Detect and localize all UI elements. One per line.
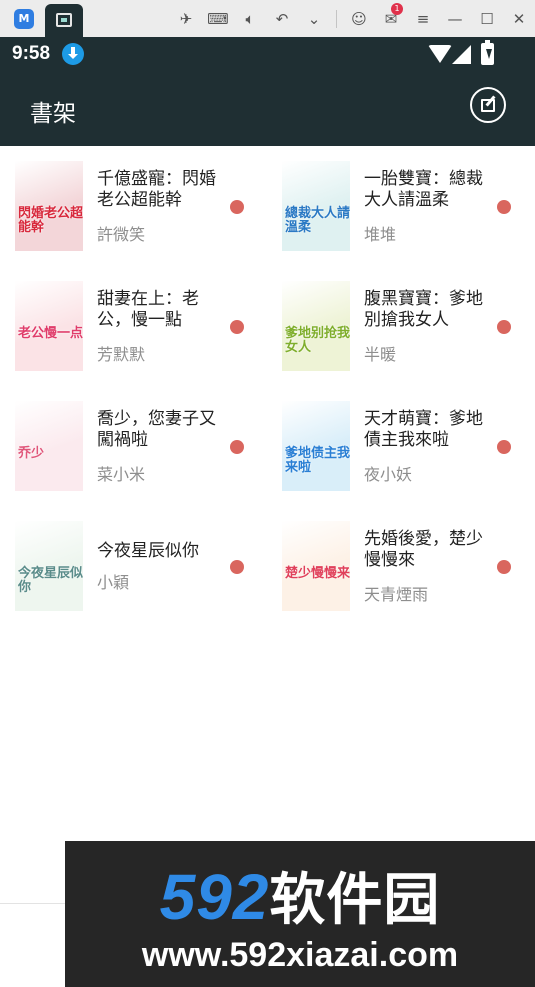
tv-icon xyxy=(56,13,72,27)
book-title: 一胎雙寶：總裁大人請溫柔 xyxy=(364,169,483,210)
book-item[interactable]: 楚少慢慢来 先婚後愛，楚少慢慢來 天青煙雨 xyxy=(282,521,535,613)
unread-dot xyxy=(497,560,511,574)
book-author: 天青煙雨 xyxy=(364,585,429,604)
cover-title: 爹地债主我来啦 xyxy=(285,446,350,475)
signal-icon xyxy=(452,45,471,64)
book-author: 芳默默 xyxy=(97,345,146,364)
book-author: 許微笑 xyxy=(97,225,146,244)
book-author: 菜小米 xyxy=(97,465,146,484)
emulator-toolbar: ✈ ⌨ 🔈︎ ↶ ⌄ ☺ ✉ 1 ≡ — ☐ ✕ xyxy=(170,0,535,37)
menu-icon[interactable]: ≡ xyxy=(407,0,439,37)
watermark-url: www.592xiazai.com xyxy=(141,936,459,974)
book-item[interactable]: 爹地别抢我女人 腹黑寶寶：爹地別搶我女人 半暖 xyxy=(282,281,535,373)
book-item[interactable]: 閃婚老公超能幹 千億盛寵：閃婚老公超能幹 許微笑 xyxy=(15,161,275,253)
watermark-number: 592 xyxy=(159,861,270,933)
notes-button[interactable] xyxy=(470,87,506,123)
battery-icon xyxy=(481,40,494,65)
undo-icon[interactable]: ↶ xyxy=(266,0,298,37)
emulator-tab[interactable] xyxy=(45,4,83,37)
cover-title: 老公慢一点 xyxy=(18,326,83,341)
book-cover[interactable]: 閃婚老公超能幹 xyxy=(15,161,83,251)
unread-dot xyxy=(230,560,244,574)
app-toolbar: 書架 xyxy=(0,72,535,146)
close-icon[interactable]: ✕ xyxy=(503,0,535,37)
cover-title: 楚少慢慢来 xyxy=(285,566,350,581)
download-icon xyxy=(62,43,84,65)
book-cover[interactable]: 楚少慢慢来 xyxy=(282,521,350,611)
status-clock: 9:58 xyxy=(12,43,51,64)
mail-icon[interactable]: ✉ 1 xyxy=(375,0,407,37)
book-title: 今夜星辰似你 xyxy=(97,541,199,561)
unread-dot xyxy=(497,440,511,454)
chevron-down-icon[interactable]: ⌄ xyxy=(298,0,330,37)
book-title: 甜妻在上：老公，慢一點 xyxy=(97,289,199,330)
cover-title: 今夜星辰似你 xyxy=(18,566,83,595)
book-item[interactable]: 爹地债主我来啦 天才萌寶：爹地債主我來啦 夜小妖 xyxy=(282,401,535,493)
volume-icon[interactable]: 🔈︎ xyxy=(234,0,266,37)
wifi-icon xyxy=(428,45,452,63)
book-cover[interactable]: 今夜星辰似你 xyxy=(15,521,83,611)
user-icon[interactable]: ☺ xyxy=(343,0,375,37)
unread-dot xyxy=(230,320,244,334)
cover-title: 閃婚老公超能幹 xyxy=(18,206,83,235)
cover-title: 乔少 xyxy=(18,446,45,461)
book-cover[interactable]: 老公慢一点 xyxy=(15,281,83,371)
watermark-name: 软件园 xyxy=(269,868,441,933)
keyboard-icon[interactable]: ⌨ xyxy=(202,0,234,37)
book-item[interactable]: 總裁大人請溫柔 一胎雙寶：總裁大人請溫柔 堆堆 xyxy=(282,161,535,253)
status-bar: 9:58 xyxy=(0,37,535,72)
emulator-title-bar: M ✈ ⌨ 🔈︎ ↶ ⌄ ☺ ✉ 1 ≡ — ☐ ✕ xyxy=(0,0,535,37)
book-item[interactable]: 今夜星辰似你 今夜星辰似你 小穎 xyxy=(15,521,275,613)
unread-dot xyxy=(230,200,244,214)
watermark-brand: 592软件园 xyxy=(65,855,535,936)
emulator-logo[interactable]: M xyxy=(14,9,34,29)
pin-icon[interactable]: ✈ xyxy=(170,0,202,37)
book-cover[interactable]: 爹地别抢我女人 xyxy=(282,281,350,371)
book-title: 先婚後愛，楚少慢慢來 xyxy=(364,529,483,570)
unread-dot xyxy=(497,200,511,214)
book-cover[interactable]: 爹地债主我来啦 xyxy=(282,401,350,491)
divider xyxy=(0,903,70,904)
book-item[interactable]: 老公慢一点 甜妻在上：老公，慢一點 芳默默 xyxy=(15,281,275,373)
toolbar-divider xyxy=(336,9,337,28)
book-title: 喬少，您妻子又闖禍啦 xyxy=(97,409,216,450)
page-title: 書架 xyxy=(30,101,76,127)
maximize-icon[interactable]: ☐ xyxy=(471,0,503,37)
cover-title: 爹地别抢我女人 xyxy=(285,326,350,355)
book-author: 半暖 xyxy=(364,345,397,364)
book-title: 天才萌寶：爹地債主我來啦 xyxy=(364,409,483,450)
book-cover[interactable]: 乔少 xyxy=(15,401,83,491)
minimize-icon[interactable]: — xyxy=(439,0,471,37)
book-cover[interactable]: 總裁大人請溫柔 xyxy=(282,161,350,251)
app-window: M ✈ ⌨ 🔈︎ ↶ ⌄ ☺ ✉ 1 ≡ — ☐ ✕ 9:58 書架 閃婚老公超… xyxy=(0,0,535,987)
book-author: 小穎 xyxy=(97,573,130,592)
book-item[interactable]: 乔少 喬少，您妻子又闖禍啦 菜小米 xyxy=(15,401,275,493)
unread-dot xyxy=(230,440,244,454)
book-title: 腹黑寶寶：爹地別搶我女人 xyxy=(364,289,483,330)
watermark: 592软件园 www.592xiazai.com xyxy=(65,841,535,987)
cover-title: 總裁大人請溫柔 xyxy=(285,206,350,235)
unread-dot xyxy=(497,320,511,334)
book-title: 千億盛寵：閃婚老公超能幹 xyxy=(97,169,216,210)
book-author: 夜小妖 xyxy=(364,465,413,484)
mail-badge: 1 xyxy=(391,3,403,15)
book-author: 堆堆 xyxy=(364,225,397,244)
